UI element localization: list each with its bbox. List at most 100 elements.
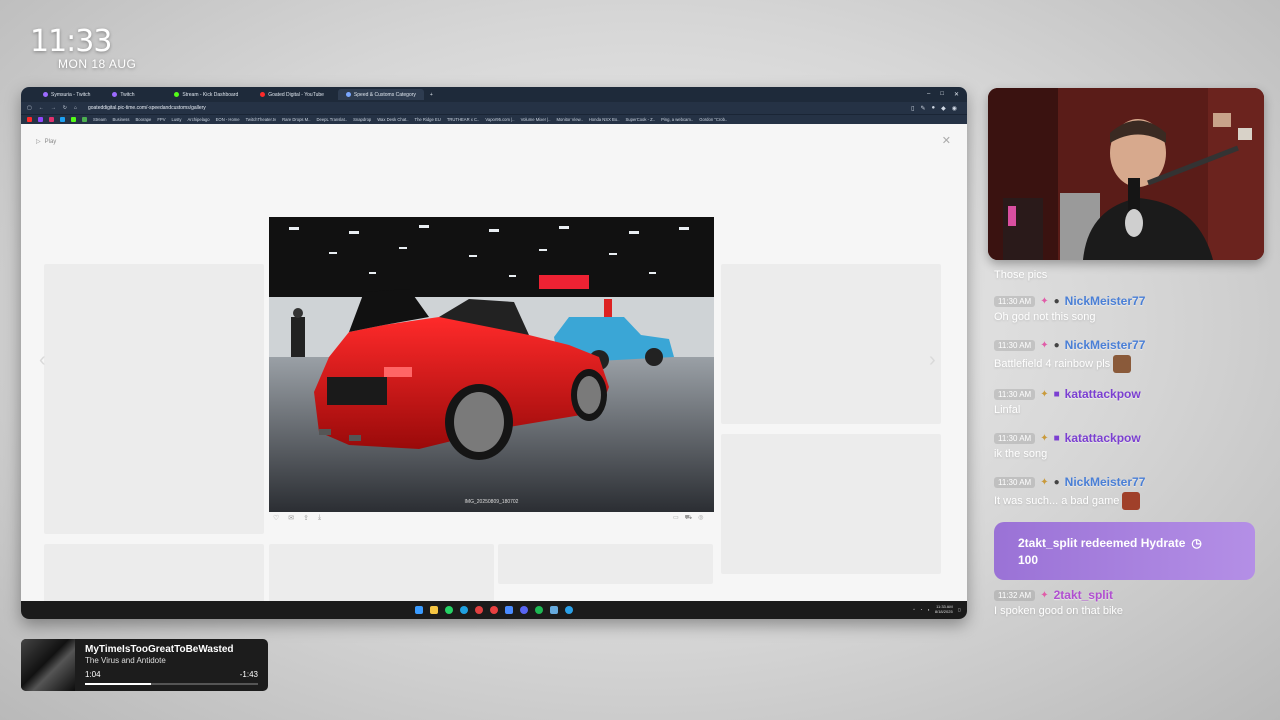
notification-icon[interactable]: ◻ — [958, 607, 961, 612]
bookmark-item[interactable]: Rare Drops M.. — [282, 117, 310, 122]
cart-icon[interactable]: ⛟ — [685, 514, 693, 522]
hide-icon[interactable]: ◎ — [698, 514, 703, 522]
youtube-icon[interactable] — [27, 117, 32, 122]
bookmark-item[interactable]: The Ridge EU — [415, 117, 441, 122]
wifi-icon[interactable]: ◔ — [920, 607, 922, 612]
extension-icon[interactable] — [82, 117, 87, 122]
twitch-icon[interactable] — [38, 117, 43, 122]
bookmark-item[interactable]: Volume Mixer |.. — [521, 117, 551, 122]
chat-username[interactable]: katattackpow — [1065, 431, 1141, 445]
instagram-icon[interactable] — [49, 117, 54, 122]
tab-4[interactable]: Speed & Customs Category — [337, 89, 424, 100]
tab-label: Goated Digital - YouTube — [268, 91, 324, 98]
previous-photo-icon[interactable]: ‹ — [39, 349, 46, 372]
twitch-icon — [43, 92, 48, 97]
extension-icon[interactable]: ▯ — [911, 105, 914, 112]
emote-icon — [1122, 492, 1141, 510]
bookmark-item[interactable]: Business — [113, 117, 130, 122]
bookmark-item[interactable]: Lusty — [172, 117, 182, 122]
spotify-icon[interactable] — [535, 606, 543, 614]
print-icon[interactable]: ▭ — [673, 514, 679, 522]
gallery-photo[interactable]: IMG_20250809_180702 — [269, 217, 714, 512]
file-explorer-icon[interactable] — [430, 606, 438, 614]
taskbar-clock[interactable]: 11:33 AM 8/18/2025 — [935, 604, 953, 614]
tab-2[interactable]: Stream - Kick Dashboard — [166, 89, 246, 100]
youtube-icon — [260, 92, 266, 97]
chat-username[interactable]: 2takt_split — [1054, 588, 1113, 602]
share-icon[interactable]: ⇪ — [303, 514, 309, 522]
extension-icon[interactable]: ● — [932, 105, 936, 112]
message-timestamp: 11:30 AM — [994, 388, 1036, 400]
tab-0[interactable]: Symsuria - Twitch — [35, 89, 98, 100]
tab-3[interactable]: Goated Digital - YouTube — [252, 89, 332, 100]
photo-actions-right: ▭ ⛟ ◎ — [673, 514, 703, 522]
forward-icon[interactable]: → — [51, 105, 56, 111]
bookmark-item[interactable]: Boorape — [136, 117, 152, 122]
reload-icon[interactable]: ↻ — [63, 105, 67, 111]
steam-icon[interactable] — [550, 606, 558, 614]
bookmark-item[interactable]: EON - Home — [216, 117, 240, 122]
tray-chevron-icon[interactable]: ^ — [913, 607, 915, 612]
edge-icon[interactable] — [460, 606, 468, 614]
sidebar-icon[interactable]: ▢ — [27, 105, 32, 111]
gallery-viewer: ▷ Play ✕ ‹ › IMG_20250809_180702 ♡ ✉ ⇪ ⤓… — [21, 124, 967, 604]
browser-icon[interactable] — [490, 606, 498, 614]
app-icon[interactable] — [505, 606, 513, 614]
bookmark-item[interactable]: TwitchTheater.tv — [246, 117, 277, 122]
bookmark-item[interactable]: FPV — [157, 117, 165, 122]
pen-icon[interactable]: ✎ — [920, 105, 925, 112]
close-viewer-icon[interactable]: ✕ — [942, 134, 951, 147]
kick-icon[interactable] — [71, 117, 76, 122]
bookmark-item[interactable]: Gordon "Crob.. — [699, 117, 727, 122]
gallery-thumb — [498, 544, 713, 584]
bookmark-item[interactable]: TRUTHEAR x C.. — [447, 117, 480, 122]
app-icon[interactable] — [565, 606, 573, 614]
bookmark-item[interactable]: DeepL Translat.. — [317, 117, 348, 122]
chat-username[interactable]: katattackpow — [1065, 387, 1141, 401]
song-progress-bar — [85, 683, 258, 685]
chat-username[interactable]: NickMeister77 — [1065, 338, 1146, 352]
next-photo-icon[interactable]: › — [929, 349, 936, 372]
back-icon[interactable]: ← — [39, 105, 44, 111]
photo-caption: IMG_20250809_180702 — [464, 499, 519, 505]
bookmark-item[interactable]: Wax Desk Chat.. — [377, 117, 408, 122]
close-icon[interactable]: ✕ — [954, 91, 959, 98]
volume-icon[interactable]: ◖ — [927, 607, 929, 612]
chat-message-text: Oh god not this song — [994, 311, 1096, 323]
message-timestamp: 11:32 AM — [994, 589, 1036, 601]
start-icon[interactable] — [415, 606, 423, 614]
discord-icon[interactable] — [520, 606, 528, 614]
url-input[interactable]: goateddigital.pic-time.com/-speedandcust… — [88, 105, 206, 111]
bookmark-item[interactable]: Ping, a webcam.. — [661, 117, 693, 122]
bookmark-item[interactable]: Archipelago — [188, 117, 210, 122]
app-icon[interactable] — [475, 606, 483, 614]
user-badge-icon: ■ — [1053, 388, 1060, 400]
channel-points-redemption: 2takt_split redeemed Hydrate ◷ 100 — [994, 522, 1255, 580]
extension-icon[interactable]: ◆ — [941, 105, 946, 112]
chat-message: 11:30 AM ✦ ■ katattackpow ik the song — [994, 431, 1262, 460]
bookmark-item[interactable]: Stream — [93, 117, 107, 122]
bookmark-item[interactable]: Vapor95.com |.. — [485, 117, 514, 122]
bookmark-item[interactable]: SuperCook - Z.. — [626, 117, 656, 122]
car-photo-image — [269, 217, 714, 512]
comment-icon[interactable]: ✉ — [288, 514, 294, 522]
slideshow-play-button[interactable]: ▷ Play — [36, 138, 56, 146]
bookmark-item[interactable]: Monitor View.. — [557, 117, 583, 122]
tab-1[interactable]: Twitch — [104, 89, 160, 100]
bookmark-item[interactable]: Honda NSX Bo.. — [589, 117, 620, 122]
new-tab-button[interactable]: + — [430, 92, 433, 98]
favorite-icon[interactable]: ♡ — [273, 514, 279, 522]
chat-username[interactable]: NickMeister77 — [1065, 294, 1146, 308]
bookmark-item[interactable]: Snapdrop — [353, 117, 371, 122]
chat-message: 11:32 AM ✦ 2takt_split I spoken good on … — [994, 588, 1262, 617]
browser-window: Symsuria - Twitch Twitch Stream - Kick D… — [21, 87, 967, 619]
windows-taskbar: ^ ◔ ◖ 11:33 AM 8/18/2025 ◻ — [21, 601, 967, 619]
home-icon[interactable]: ⌂ — [74, 105, 77, 111]
download-icon[interactable]: ⤓ — [318, 514, 321, 522]
maximize-icon[interactable]: □ — [940, 91, 944, 98]
whatsapp-icon[interactable] — [445, 606, 453, 614]
profile-icon[interactable]: ◉ — [952, 105, 957, 112]
chat-username[interactable]: NickMeister77 — [1065, 475, 1146, 489]
bluesky-icon[interactable] — [60, 117, 65, 122]
minimize-icon[interactable]: – — [927, 91, 930, 98]
